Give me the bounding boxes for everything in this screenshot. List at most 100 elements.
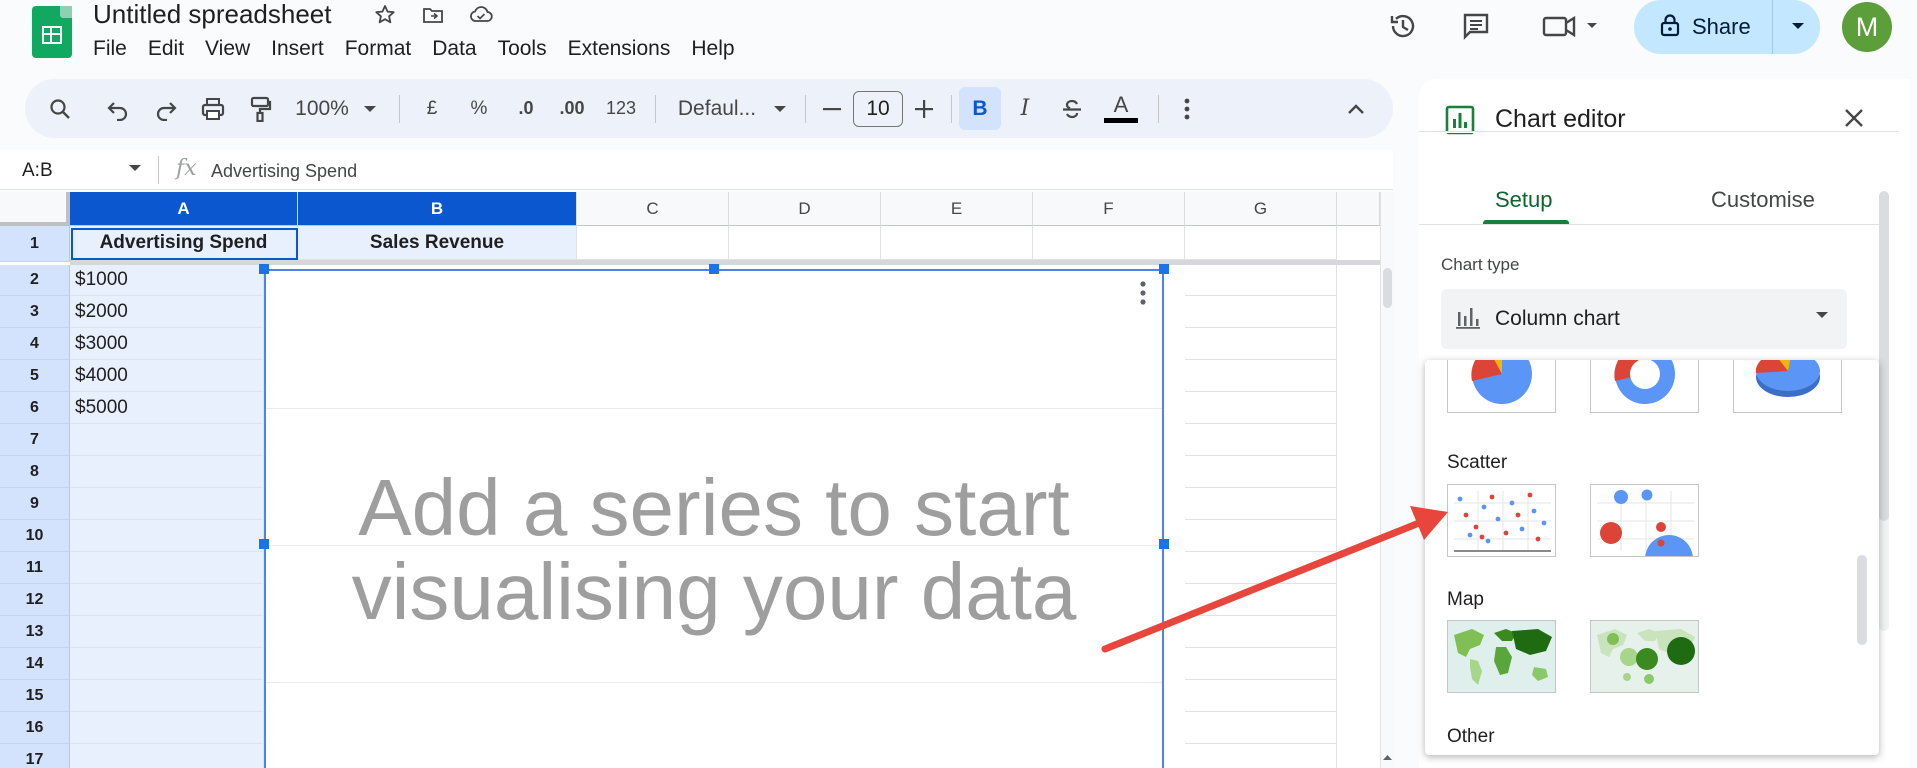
cell-a13[interactable]	[70, 616, 264, 648]
font-select[interactable]: Defaul...	[669, 79, 765, 138]
cell-a15[interactable]	[70, 680, 264, 712]
chart-resize-handle[interactable]	[1159, 264, 1169, 274]
geo-chart-markers-option[interactable]	[1590, 620, 1699, 693]
row-header-11[interactable]: 11	[0, 552, 70, 584]
increase-decimal-button[interactable]: .00	[553, 79, 591, 138]
font-size-input[interactable]: 10	[853, 91, 903, 127]
name-box[interactable]: A:B	[22, 160, 53, 182]
column-header-c[interactable]: C	[577, 192, 729, 226]
chart-resize-handle[interactable]	[259, 539, 269, 549]
row-header-10[interactable]: 10	[0, 520, 70, 552]
cell-a11[interactable]	[70, 552, 264, 584]
star-icon[interactable]	[372, 2, 398, 28]
row-header-13[interactable]: 13	[0, 616, 70, 648]
cell-d1[interactable]	[729, 226, 881, 260]
document-title[interactable]: Untitled spreadsheet	[93, 0, 331, 28]
cell-f1[interactable]	[1033, 226, 1185, 260]
cell-g1[interactable]	[1185, 226, 1337, 260]
cell-a17[interactable]	[70, 744, 264, 768]
chart-resize-handle[interactable]	[259, 264, 269, 274]
cloud-saved-icon[interactable]	[468, 2, 494, 28]
cell-e1[interactable]	[881, 226, 1033, 260]
row-header-3[interactable]: 3	[0, 296, 70, 328]
row-header-16[interactable]: 16	[0, 712, 70, 744]
column-header-e[interactable]: E	[881, 192, 1033, 226]
cell-a5[interactable]: $4000	[70, 360, 264, 392]
italic-button[interactable]: I	[1008, 79, 1042, 138]
more-formats-button[interactable]: 123	[601, 79, 641, 138]
scatter-chart-option[interactable]	[1447, 484, 1556, 557]
menu-tools[interactable]: Tools	[498, 36, 547, 62]
cell-a14[interactable]	[70, 648, 264, 680]
print-icon[interactable]	[196, 79, 230, 138]
row-header-7[interactable]: 7	[0, 424, 70, 456]
font-caret-icon[interactable]	[767, 79, 793, 138]
zoom-caret-icon[interactable]	[357, 79, 383, 138]
row-header-6[interactable]: 6	[0, 392, 70, 424]
format-percent-button[interactable]: %	[462, 79, 496, 138]
row-header-15[interactable]: 15	[0, 680, 70, 712]
redo-icon[interactable]	[149, 79, 183, 138]
cell-a6[interactable]: $5000	[70, 392, 264, 424]
geo-chart-option[interactable]	[1447, 620, 1556, 693]
dropdown-scrollbar[interactable]	[1857, 555, 1867, 645]
paint-format-icon[interactable]	[243, 79, 277, 138]
row-header-5[interactable]: 5	[0, 360, 70, 392]
search-menus-icon[interactable]	[43, 79, 77, 138]
undo-icon[interactable]	[101, 79, 135, 138]
column-header-b[interactable]: B	[298, 192, 577, 226]
format-currency-button[interactable]: £	[415, 79, 449, 138]
chart-type-select[interactable]: Column chart	[1441, 289, 1847, 349]
editor-scrollbar[interactable]	[1879, 191, 1889, 631]
menu-data[interactable]: Data	[432, 36, 476, 62]
row-header-14[interactable]: 14	[0, 648, 70, 680]
tab-customise[interactable]: Customise	[1711, 187, 1815, 213]
menu-view[interactable]: View	[205, 36, 250, 62]
chart-resize-handle[interactable]	[709, 264, 719, 274]
menu-help[interactable]: Help	[691, 36, 734, 62]
doughnut-chart-option[interactable]	[1590, 360, 1699, 413]
select-all-corner[interactable]	[0, 192, 70, 226]
row-header-1[interactable]: 1	[0, 226, 70, 262]
formula-input[interactable]: Advertising Spend	[211, 161, 357, 182]
decrease-decimal-button[interactable]: .0	[508, 79, 544, 138]
3d-pie-chart-option[interactable]	[1733, 360, 1842, 413]
tab-setup[interactable]: Setup	[1495, 187, 1553, 213]
version-history-icon[interactable]	[1385, 8, 1421, 44]
more-options-icon[interactable]	[1172, 79, 1202, 138]
strikethrough-icon[interactable]	[1055, 79, 1089, 138]
cell-b1[interactable]: Sales Revenue	[298, 226, 577, 260]
increase-font-size-icon[interactable]	[909, 79, 939, 138]
menu-insert[interactable]: Insert	[271, 36, 324, 62]
row-header-17[interactable]: 17	[0, 744, 70, 768]
menu-extensions[interactable]: Extensions	[568, 36, 671, 62]
chart-resize-handle[interactable]	[1159, 539, 1169, 549]
bold-button[interactable]: B	[959, 87, 1001, 130]
column-header-g[interactable]: G	[1185, 192, 1337, 226]
cell-a10[interactable]	[70, 520, 264, 552]
pie-chart-option[interactable]	[1447, 360, 1556, 413]
meet-icon[interactable]	[1538, 8, 1608, 44]
row-header-2[interactable]: 2	[0, 265, 70, 296]
name-box-caret-icon[interactable]	[128, 160, 142, 176]
cell-a7[interactable]	[70, 424, 264, 456]
hide-menus-chevron-up-icon[interactable]	[1339, 79, 1373, 138]
zoom-select[interactable]: 100%	[287, 79, 357, 138]
decrease-font-size-icon[interactable]	[817, 79, 847, 138]
cell-a12[interactable]	[70, 584, 264, 616]
share-button[interactable]: Share	[1634, 0, 1820, 54]
grid-vertical-scrollbar[interactable]	[1380, 192, 1393, 768]
row-header-8[interactable]: 8	[0, 456, 70, 488]
cell-a2[interactable]: $1000	[70, 265, 264, 296]
cell-a4[interactable]: $3000	[70, 328, 264, 360]
account-avatar[interactable]: M	[1842, 2, 1892, 52]
menu-format[interactable]: Format	[345, 36, 412, 62]
chart-menu-icon[interactable]	[1140, 281, 1146, 310]
row-header-12[interactable]: 12	[0, 584, 70, 616]
bubble-chart-option[interactable]	[1590, 484, 1699, 557]
cell-a16[interactable]	[70, 712, 264, 744]
column-header-d[interactable]: D	[729, 192, 881, 226]
share-options-caret-icon[interactable]	[1791, 18, 1805, 36]
column-header-a[interactable]: A	[70, 192, 298, 226]
text-color-button[interactable]: A	[1101, 79, 1141, 138]
